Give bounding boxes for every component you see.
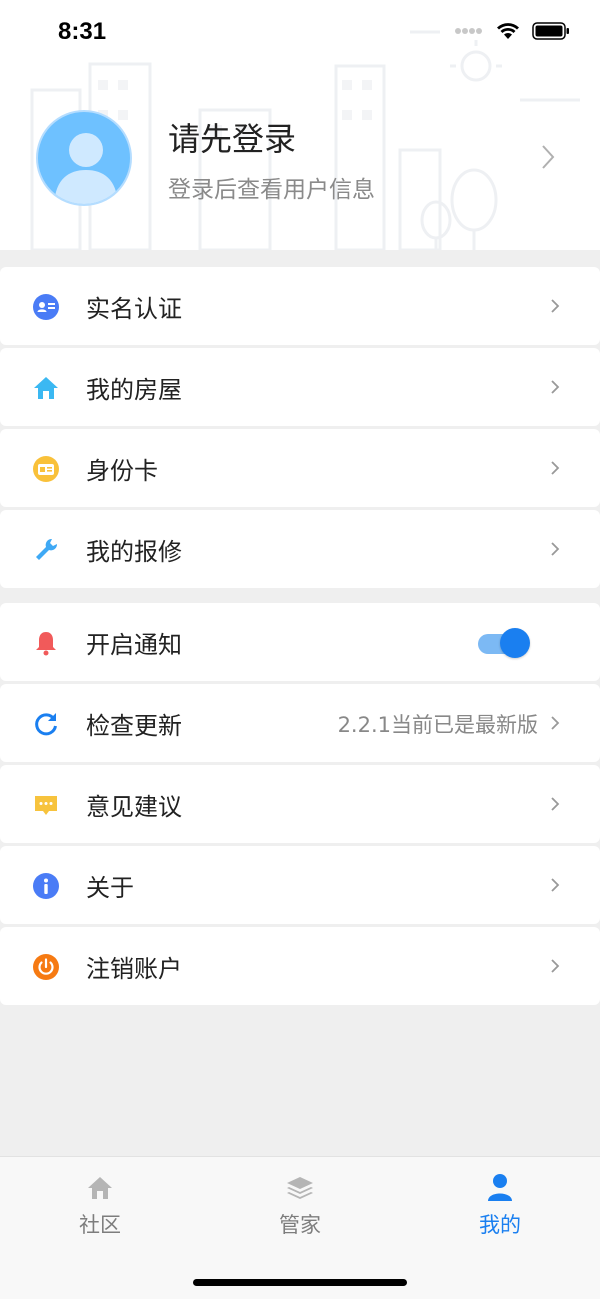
power-icon bbox=[33, 954, 59, 980]
menu-item-label: 检查更新 bbox=[86, 712, 182, 740]
menu-item-label: 开启通知 bbox=[86, 631, 182, 659]
menu-item-label: 我的报修 bbox=[86, 538, 182, 566]
house-icon bbox=[34, 377, 58, 399]
chevron-right-icon bbox=[551, 542, 560, 556]
status-time: 8:31 bbox=[58, 18, 107, 45]
menu-item-label: 注销账户 bbox=[86, 955, 182, 983]
menu-item-feedback[interactable]: 意见建议 bbox=[0, 765, 600, 843]
menu-group-account: 实名认证 我的房屋 身份卡 我的报修 bbox=[0, 267, 600, 591]
chevron-right-icon bbox=[551, 380, 560, 394]
layers-icon bbox=[287, 1177, 313, 1199]
menu-item-my-house[interactable]: 我的房屋 bbox=[0, 348, 600, 426]
menu-group-settings: 开启通知 检查更新 2.2.1当前已是最新版 意见建议 关于 注销账户 bbox=[0, 603, 600, 1008]
home-indicator[interactable] bbox=[193, 1279, 407, 1286]
menu-item-check-update[interactable]: 检查更新 2.2.1当前已是最新版 bbox=[0, 684, 600, 762]
version-status-text: 2.2.1当前已是最新版 bbox=[337, 713, 538, 737]
chevron-right-icon bbox=[551, 959, 560, 973]
person-icon bbox=[488, 1174, 512, 1201]
avatar[interactable] bbox=[36, 110, 132, 206]
menu-item-label: 我的房屋 bbox=[86, 376, 182, 404]
login-prompt-title[interactable]: 请先登录 bbox=[168, 114, 296, 160]
chat-icon bbox=[35, 796, 57, 815]
status-bar: 8:31 bbox=[0, 0, 600, 64]
menu-item-my-repairs[interactable]: 我的报修 bbox=[0, 510, 600, 588]
id-badge-icon bbox=[33, 294, 59, 320]
chevron-right-icon bbox=[551, 716, 560, 730]
tab-community[interactable]: 社区 bbox=[40, 1171, 160, 1239]
menu-item-label: 身份卡 bbox=[86, 457, 158, 485]
wifi-icon bbox=[497, 23, 519, 39]
notifications-toggle[interactable] bbox=[478, 628, 530, 658]
tab-label: 管家 bbox=[279, 1213, 321, 1237]
default-avatar-icon bbox=[54, 133, 118, 204]
menu-item-label: 实名认证 bbox=[86, 295, 182, 323]
toggle-knob bbox=[500, 628, 530, 658]
battery-icon bbox=[532, 22, 569, 40]
menu-item-id-card[interactable]: 身份卡 bbox=[0, 429, 600, 507]
menu-item-enable-notifications: 开启通知 bbox=[0, 603, 600, 681]
chevron-right-icon bbox=[551, 797, 560, 811]
menu-item-about[interactable]: 关于 bbox=[0, 846, 600, 924]
login-prompt-subtitle: 登录后查看用户信息 bbox=[168, 177, 375, 203]
menu-item-delete-account[interactable]: 注销账户 bbox=[0, 927, 600, 1005]
tab-label: 社区 bbox=[79, 1213, 121, 1237]
info-icon bbox=[33, 873, 59, 899]
signal-icon bbox=[455, 28, 482, 34]
chevron-right-icon bbox=[551, 461, 560, 475]
tab-mine[interactable]: 我的 bbox=[440, 1171, 560, 1239]
home-icon bbox=[88, 1177, 112, 1199]
wrench-icon bbox=[36, 538, 58, 560]
bell-icon bbox=[36, 632, 56, 656]
menu-item-label: 意见建议 bbox=[86, 793, 182, 821]
chevron-right-icon bbox=[551, 299, 560, 313]
menu-item-label: 关于 bbox=[86, 874, 134, 902]
refresh-icon bbox=[35, 713, 57, 736]
menu-item-real-name-verification[interactable]: 实名认证 bbox=[0, 267, 600, 345]
tab-label: 我的 bbox=[479, 1213, 521, 1237]
bottom-tab-bar: 社区 管家 我的 bbox=[0, 1156, 600, 1299]
chevron-right-icon bbox=[542, 145, 555, 169]
id-card-icon bbox=[33, 456, 59, 482]
chevron-right-icon bbox=[551, 878, 560, 892]
tab-butler[interactable]: 管家 bbox=[240, 1171, 360, 1239]
